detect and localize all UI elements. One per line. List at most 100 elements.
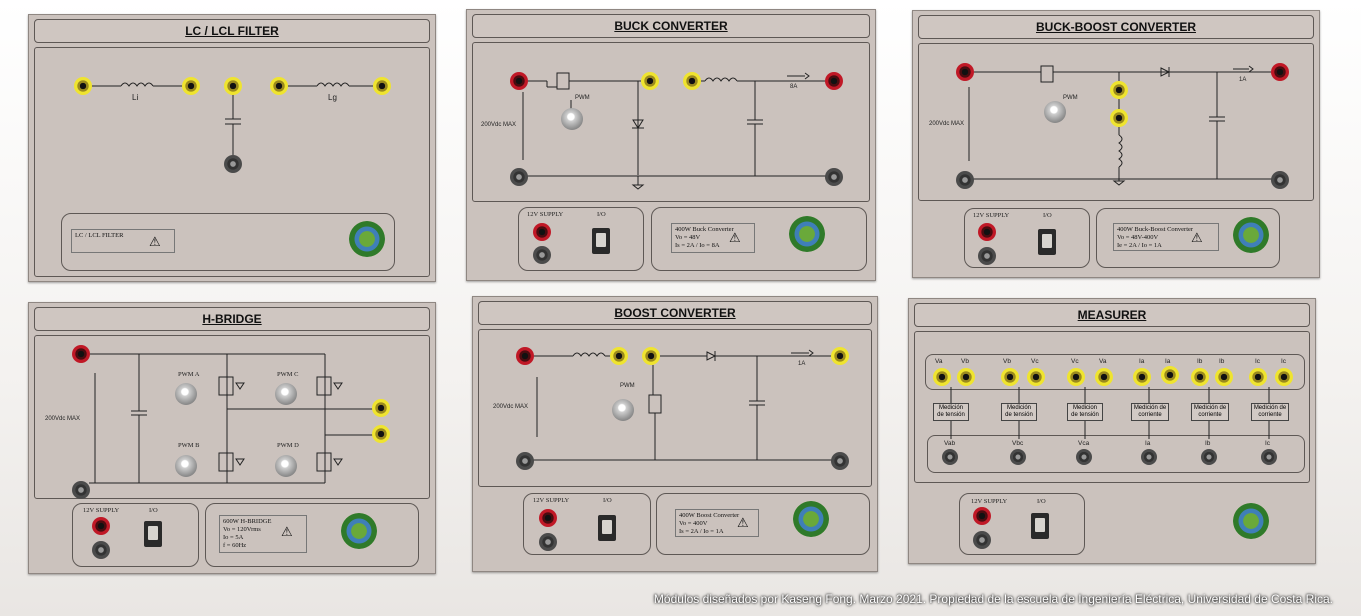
university-logo: [1233, 217, 1269, 253]
pwm-label: PWM: [620, 383, 635, 389]
jack-switch-node[interactable]: [641, 72, 659, 90]
output-label: Ib: [1205, 440, 1211, 447]
input-label: Va: [1099, 358, 1107, 365]
jack-12v-positive[interactable]: [973, 507, 991, 525]
warning-icon: ⚠: [737, 515, 749, 530]
io-label: I/O: [597, 211, 606, 218]
jack-input[interactable]: [74, 77, 92, 95]
jack-vout-negative[interactable]: [825, 168, 843, 186]
power-switch[interactable]: [144, 521, 162, 547]
h-bridge-panel: H-BRIDGE PWM A PWM C PWM B PWM D 200Vdc …: [28, 302, 436, 574]
current-measurement-block: Medición de corriente: [1191, 403, 1229, 421]
jack-vbc-out[interactable]: [1010, 449, 1026, 465]
pwm-b-input[interactable]: [175, 455, 197, 477]
jack-ground[interactable]: [224, 155, 242, 173]
jack-vdc-positive[interactable]: [72, 345, 90, 363]
jack-vc[interactable]: [1067, 368, 1085, 386]
jack-12v-positive[interactable]: [539, 509, 557, 527]
warning-icon: ⚠: [729, 230, 741, 245]
lc-filter-panel: LC / LCL FILTER Li Lg LC / LCL FILTER ⚠: [28, 14, 436, 282]
jack-vb[interactable]: [1001, 368, 1019, 386]
jack-12v-positive[interactable]: [533, 223, 551, 241]
pwm-input[interactable]: [612, 399, 634, 421]
jack-ia[interactable]: [1161, 366, 1179, 384]
block-line: corriente: [1138, 412, 1162, 418]
vmax-label: 200Vdc MAX: [45, 416, 81, 422]
power-switch[interactable]: [1031, 513, 1049, 539]
jack-12v-negative[interactable]: [539, 533, 557, 551]
jack-ib-out[interactable]: [1201, 449, 1217, 465]
jack-vin-positive[interactable]: [516, 347, 534, 365]
jack-ic[interactable]: [1249, 368, 1267, 386]
jack-vin-positive[interactable]: [510, 72, 528, 90]
jack-12v-negative[interactable]: [978, 247, 996, 265]
jack-vin-negative[interactable]: [516, 452, 534, 470]
voltage-measurement-block: Medición de tensión: [1001, 403, 1037, 421]
jack-switch-node[interactable]: [642, 347, 660, 365]
pwm-input[interactable]: [561, 108, 583, 130]
jack-vout-negative[interactable]: [1271, 171, 1289, 189]
supply-label: 12V SUPPLY: [971, 498, 1008, 505]
current-label: 1A: [798, 361, 806, 367]
power-switch[interactable]: [1038, 229, 1056, 255]
pwm-c-input[interactable]: [275, 383, 297, 405]
jack-inductor-out[interactable]: [610, 347, 628, 365]
university-logo: [793, 501, 829, 537]
pwm-d-label: PWM D: [277, 442, 299, 449]
current-measurement-block: Medición de corriente: [1251, 403, 1289, 421]
jack-vdc-negative[interactable]: [72, 481, 90, 499]
jack-vout-negative[interactable]: [831, 452, 849, 470]
jack-vin-negative[interactable]: [510, 168, 528, 186]
output-label: Vab: [944, 440, 956, 447]
pwm-input[interactable]: [1044, 101, 1066, 123]
inductor-lg-label: Lg: [328, 93, 337, 102]
jack-cap-node[interactable]: [224, 77, 242, 95]
block-line: Medición de: [1193, 405, 1227, 411]
block-line: Medición de: [1133, 405, 1167, 411]
jack-inductor-in[interactable]: [683, 72, 701, 90]
power-switch[interactable]: [592, 228, 610, 254]
jack-output[interactable]: [373, 77, 391, 95]
jack-li-out[interactable]: [182, 77, 200, 95]
power-switch[interactable]: [598, 515, 616, 541]
pwm-a-label: PWM A: [178, 371, 200, 378]
jack-vout-positive[interactable]: [825, 72, 843, 90]
input-label: Ib: [1219, 358, 1225, 365]
jack-vin-negative[interactable]: [956, 171, 974, 189]
pwm-label: PWM: [575, 95, 590, 101]
jack-ib[interactable]: [1191, 368, 1209, 386]
jack-vout-positive[interactable]: [1271, 63, 1289, 81]
block-line: de tensión: [1005, 412, 1033, 418]
block-line: de tensión: [937, 412, 965, 418]
jack-vab-out[interactable]: [942, 449, 958, 465]
jack-12v-negative[interactable]: [533, 246, 551, 264]
jack-12v-negative[interactable]: [92, 541, 110, 559]
jack-vb[interactable]: [957, 368, 975, 386]
jack-ib[interactable]: [1215, 368, 1233, 386]
jack-ia-out[interactable]: [1141, 449, 1157, 465]
jack-vin-positive[interactable]: [956, 63, 974, 81]
university-logo: [789, 216, 825, 252]
jack-vca-out[interactable]: [1076, 449, 1092, 465]
university-logo: [349, 221, 385, 257]
jack-lg-in[interactable]: [270, 77, 288, 95]
jack-vout-positive[interactable]: [831, 347, 849, 365]
jack-ic[interactable]: [1275, 368, 1293, 386]
jack-ia[interactable]: [1133, 368, 1151, 386]
input-label: Vb: [961, 358, 969, 365]
jack-output-b[interactable]: [372, 425, 390, 443]
pwm-d-input[interactable]: [275, 455, 297, 477]
jack-12v-negative[interactable]: [973, 531, 991, 549]
jack-vc[interactable]: [1027, 368, 1045, 386]
jack-12v-positive[interactable]: [92, 517, 110, 535]
jack-va[interactable]: [933, 368, 951, 386]
jack-inductor-top[interactable]: [1110, 109, 1128, 127]
pwm-a-input[interactable]: [175, 383, 197, 405]
jack-switch-node[interactable]: [1110, 81, 1128, 99]
jack-va[interactable]: [1095, 368, 1113, 386]
jack-ic-out[interactable]: [1261, 449, 1277, 465]
jack-output-a[interactable]: [372, 399, 390, 417]
buck-converter-panel: BUCK CONVERTER PWM 200Vdc MAX 8A 12V SUP…: [466, 9, 876, 281]
jack-12v-positive[interactable]: [978, 223, 996, 241]
boost-converter-panel: BOOST CONVERTER PWM 200Vdc MAX 1A 12V SU…: [472, 296, 878, 572]
